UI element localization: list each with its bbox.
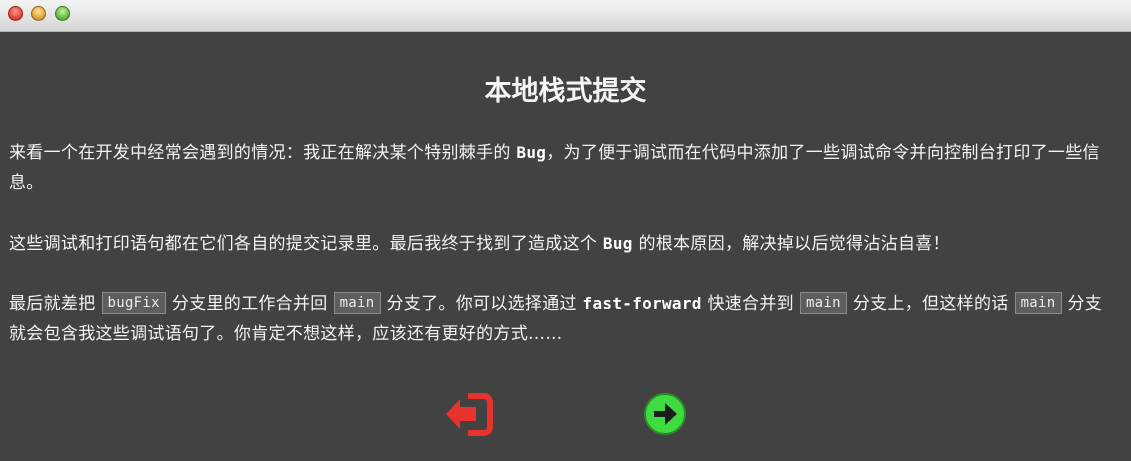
paragraph-text: 来看一个在开发中经常会遇到的情况：我正在解决某个特别棘手的 xyxy=(9,143,511,163)
app-window: 本地栈式提交 来看一个在开发中经常会遇到的情况：我正在解决某个特别棘手的 Bug… xyxy=(0,0,1131,461)
arrow-right-circle-icon xyxy=(644,393,686,435)
paragraph-text: 最后就差把 xyxy=(9,294,96,314)
maximize-window-button[interactable] xyxy=(55,6,70,21)
minimize-window-button[interactable] xyxy=(31,6,46,21)
next-button[interactable] xyxy=(641,391,691,437)
branch-chip-main: main xyxy=(799,292,847,314)
branch-chip-main: main xyxy=(1014,292,1062,314)
dialog-content: 本地栈式提交 来看一个在开发中经常会遇到的情况：我正在解决某个特别棘手的 Bug… xyxy=(0,33,1131,461)
inline-code: Bug xyxy=(602,234,633,253)
exit-arrow-left-icon xyxy=(446,393,493,436)
paragraph-intro: 来看一个在开发中经常会遇到的情况：我正在解决某个特别棘手的 Bug，为了便于调试… xyxy=(9,138,1119,198)
paragraph-text: 分支了。你可以选择通过 xyxy=(386,294,577,314)
branch-chip-bugfix: bugFix xyxy=(101,292,166,314)
back-button[interactable] xyxy=(443,391,493,437)
branch-chip-main: main xyxy=(333,292,381,314)
title-bar xyxy=(0,0,1131,32)
paragraph-text: 的根本原因，解决掉以后觉得沾沾自喜！ xyxy=(638,234,950,254)
paragraph-text: 快速合并到 xyxy=(707,294,794,314)
inline-code: Bug xyxy=(516,143,547,162)
dialog-title: 本地栈式提交 xyxy=(484,76,647,107)
paragraph-text: 分支上，但这样的话 xyxy=(852,294,1009,314)
paragraph-debug-commits: 这些调试和打印语句都在它们各自的提交记录里。最后我终于找到了造成这个 Bug 的… xyxy=(9,229,1119,259)
paragraph-text: 这些调试和打印语句都在它们各自的提交记录里。最后我终于找到了造成这个 xyxy=(9,234,598,254)
inline-code: fast-forward xyxy=(582,294,702,313)
close-window-button[interactable] xyxy=(8,6,23,21)
paragraph-text: 分支里的工作合并回 xyxy=(171,294,328,314)
paragraph-merge-options: 最后就差把 bugFix 分支里的工作合并回 main 分支了。你可以选择通过 fast… xyxy=(9,289,1119,349)
